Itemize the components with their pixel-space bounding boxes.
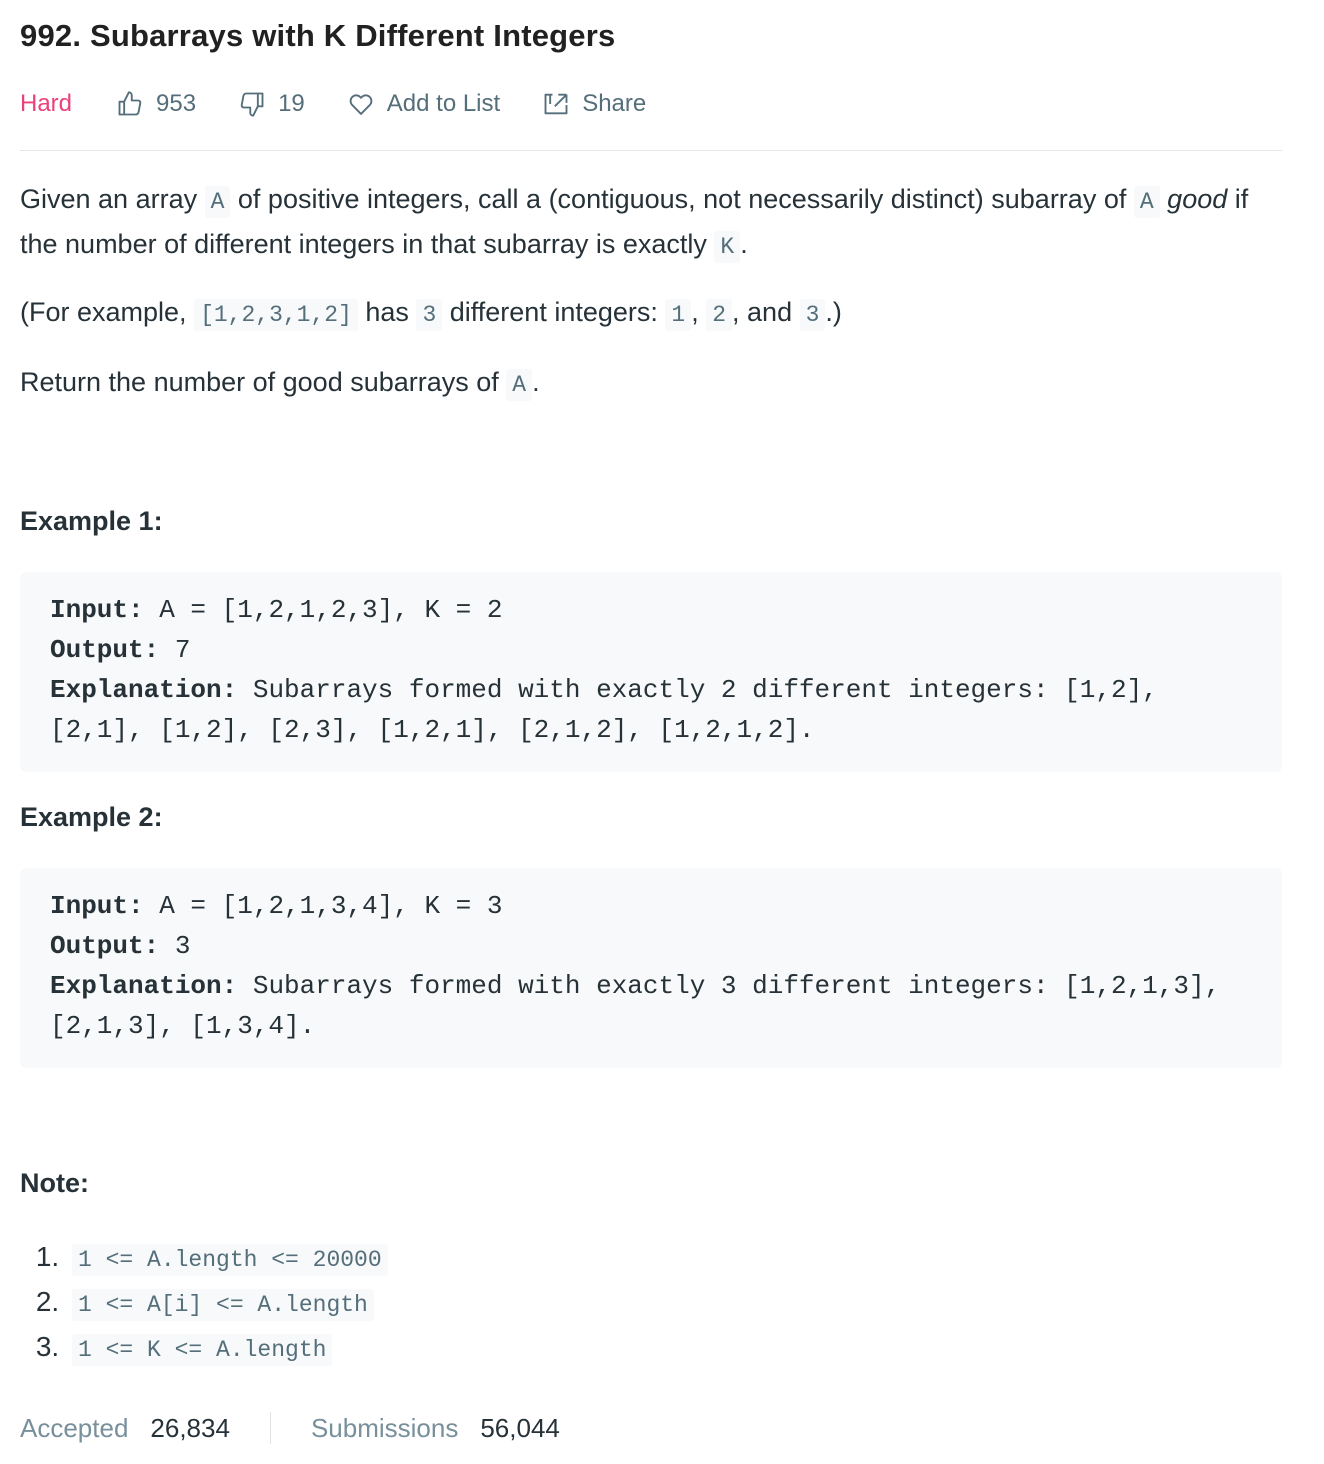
text: different integers: bbox=[442, 297, 666, 327]
output-label: Output: bbox=[50, 635, 160, 665]
like-button[interactable]: 953 bbox=[116, 90, 196, 118]
inline-code: K bbox=[714, 231, 741, 263]
share-button[interactable]: Share bbox=[542, 90, 646, 118]
output-value: 3 bbox=[159, 931, 191, 961]
inline-code: A bbox=[204, 186, 231, 218]
text: .) bbox=[825, 297, 842, 327]
inline-code: A bbox=[1133, 186, 1160, 218]
constraint-item: 1 <= A.length <= 20000 bbox=[67, 1236, 388, 1281]
description-paragraph-3: Return the number of good subarrays of A… bbox=[20, 361, 540, 406]
example-1-block: Input: A = [1,2,1,2,3], K = 2 Output: 7 … bbox=[20, 572, 1282, 772]
explanation-text-continued: [2,1,3], [1,3,4]. bbox=[50, 1011, 316, 1041]
problem-title: 992. Subarrays with K Different Integers bbox=[20, 18, 616, 53]
text: . bbox=[532, 367, 540, 397]
inline-code: 1 <= A[i] <= A.length bbox=[72, 1289, 374, 1321]
thumbs-down-icon bbox=[240, 92, 264, 117]
heart-icon bbox=[349, 94, 373, 115]
example-2-heading: Example 2: bbox=[20, 802, 163, 832]
dislike-count: 19 bbox=[278, 90, 305, 117]
description-paragraph-1: Given an array A of positive integers, c… bbox=[20, 178, 1282, 268]
input-label: Input: bbox=[50, 891, 144, 921]
problem-meta-bar: Hard 953 19 Add to List Share bbox=[20, 84, 688, 124]
text: . bbox=[740, 229, 748, 259]
share-label: Share bbox=[582, 90, 647, 117]
emphasis-good: good bbox=[1167, 184, 1228, 214]
constraint-item: 1 <= A[i] <= A.length bbox=[67, 1281, 388, 1326]
description-paragraph-2: (For example, [1,2,3,1,2] has 3 differen… bbox=[20, 291, 842, 336]
add-to-list-label: Add to List bbox=[386, 90, 501, 117]
text: Given an array bbox=[20, 184, 205, 214]
inline-code: 1 <= K <= A.length bbox=[72, 1334, 333, 1366]
output-value: 7 bbox=[159, 635, 191, 665]
inline-code: 1 <= A.length <= 20000 bbox=[72, 1244, 388, 1276]
explanation-text-continued: [2,1], [1,2], [2,3], [1,2,1], [2,1,2], [… bbox=[50, 715, 815, 745]
text: has bbox=[357, 297, 417, 327]
stats-divider bbox=[269, 1412, 271, 1444]
text: , bbox=[691, 297, 707, 327]
output-label: Output: bbox=[50, 931, 160, 961]
inline-code: A bbox=[506, 369, 533, 401]
inline-code: 2 bbox=[706, 299, 733, 331]
inline-code: 3 bbox=[799, 299, 826, 331]
header-divider bbox=[20, 150, 1282, 151]
explanation-text: Subarrays formed with exactly 2 differen… bbox=[237, 675, 1158, 705]
submission-stats: Accepted 26,834 Submissions 56,044 bbox=[20, 1408, 560, 1448]
thumbs-up-icon bbox=[118, 91, 142, 116]
explanation-label: Explanation: bbox=[50, 675, 238, 705]
submissions-value: 56,044 bbox=[480, 1412, 560, 1443]
example-1-heading: Example 1: bbox=[20, 506, 163, 536]
example-2-block: Input: A = [1,2,1,3,4], K = 3 Output: 3 … bbox=[20, 868, 1282, 1068]
difficulty-badge: Hard bbox=[20, 90, 73, 117]
inline-code: 3 bbox=[416, 299, 443, 331]
share-icon bbox=[544, 93, 568, 115]
inline-code: 1 bbox=[665, 299, 692, 331]
text: of positive integers, call a (contiguous… bbox=[230, 184, 1134, 214]
text: , and bbox=[732, 297, 800, 327]
inline-code: [1,2,3,1,2] bbox=[194, 299, 358, 331]
constraint-item: 1 <= K <= A.length bbox=[67, 1326, 388, 1371]
explanation-label: Explanation: bbox=[50, 971, 238, 1001]
dislike-button[interactable]: 19 bbox=[238, 90, 305, 118]
note-heading: Note: bbox=[20, 1168, 89, 1198]
accepted-value: 26,834 bbox=[150, 1412, 230, 1443]
explanation-text: Subarrays formed with exactly 3 differen… bbox=[237, 971, 1221, 1001]
submissions-label: Submissions bbox=[310, 1412, 459, 1443]
add-to-list-button[interactable]: Add to List bbox=[347, 90, 500, 118]
text: Return the number of good subarrays of bbox=[20, 367, 507, 397]
input-value: A = [1,2,1,2,3], K = 2 bbox=[143, 595, 503, 625]
input-label: Input: bbox=[50, 595, 144, 625]
like-count: 953 bbox=[156, 90, 197, 117]
input-value: A = [1,2,1,3,4], K = 3 bbox=[143, 891, 503, 921]
constraints-list: 1 <= A.length <= 20000 1 <= A[i] <= A.le… bbox=[20, 1236, 388, 1371]
accepted-label: Accepted bbox=[20, 1412, 129, 1443]
text: (For example, bbox=[20, 297, 195, 327]
